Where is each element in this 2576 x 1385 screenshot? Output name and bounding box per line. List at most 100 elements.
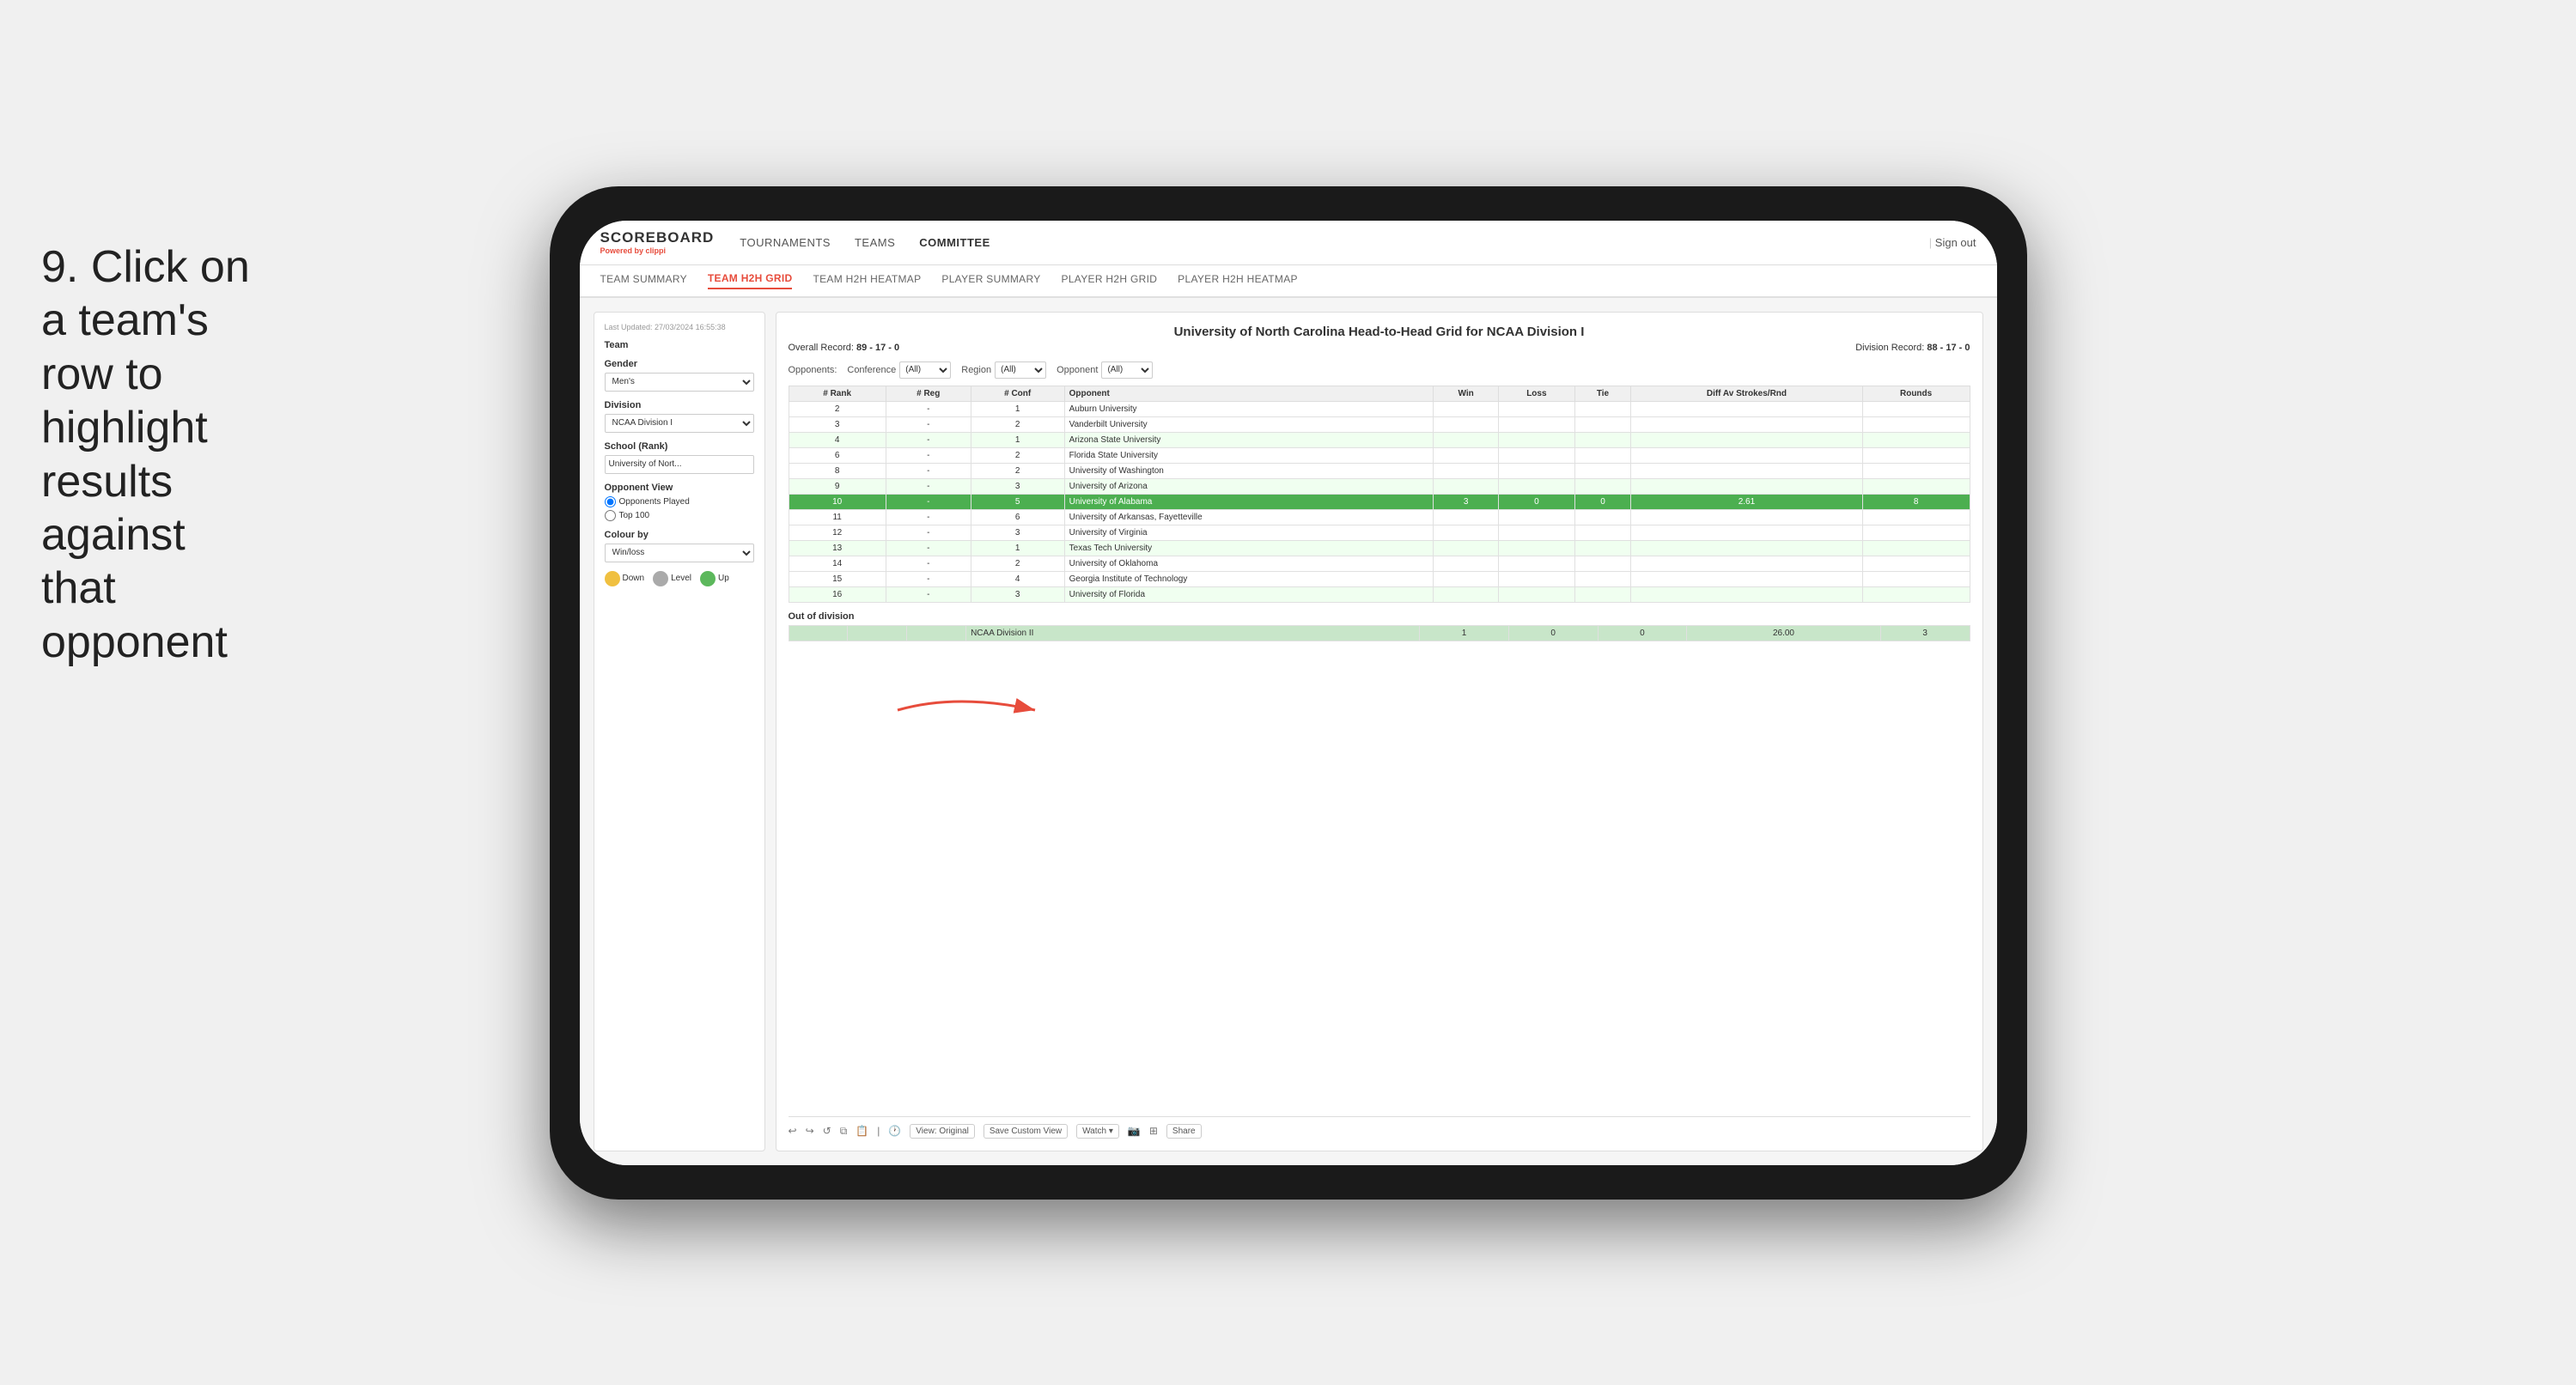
instruction-text: 9. Click on a team's row to highlight re… <box>41 240 265 669</box>
cell-7 <box>1631 540 1863 556</box>
out-div-conf <box>907 625 966 641</box>
out-div-rank <box>789 625 848 641</box>
cell-0: 2 <box>789 401 886 416</box>
nav-teams[interactable]: TEAMS <box>855 236 895 249</box>
cell-7 <box>1631 447 1863 463</box>
filter-row: Opponents: Conference (All) Region (All) <box>789 361 1970 379</box>
device-screen: SCOREBOARD Powered by clippi TOURNAMENTS… <box>580 221 1997 1165</box>
region-select[interactable]: (All) <box>995 361 1046 379</box>
sign-out-button[interactable]: Sign out <box>1929 236 1976 249</box>
cell-7 <box>1631 416 1863 432</box>
table-row[interactable]: 4-1Arizona State University <box>789 432 1970 447</box>
out-division-row[interactable]: NCAA Division II 1 0 0 26.00 3 <box>789 625 1970 641</box>
table-row[interactable]: 14-2University of Oklahoma <box>789 556 1970 571</box>
share-button[interactable]: Share <box>1166 1124 1202 1139</box>
undo-icon[interactable]: ↩ <box>789 1125 797 1137</box>
cell-5 <box>1498 509 1574 525</box>
school-input[interactable] <box>605 455 754 474</box>
view-original-button[interactable]: View: Original <box>910 1124 975 1139</box>
opponent-view-section: Opponent View Opponents Played Top 100 <box>605 483 754 521</box>
cell-0: 14 <box>789 556 886 571</box>
cell-3: University of Oklahoma <box>1064 556 1434 571</box>
tab-player-h2h-grid[interactable]: PLAYER H2H GRID <box>1062 273 1158 289</box>
radio-opponents-played[interactable]: Opponents Played <box>605 496 754 507</box>
radio-top100[interactable]: Top 100 <box>605 510 754 521</box>
cell-4 <box>1434 447 1499 463</box>
watch-button[interactable]: Watch ▾ <box>1076 1124 1119 1139</box>
cell-6 <box>1574 571 1630 586</box>
tab-team-h2h-heatmap[interactable]: TEAM H2H HEATMAP <box>813 273 921 289</box>
cell-7 <box>1631 525 1863 540</box>
cell-2: 1 <box>971 401 1064 416</box>
embed-icon[interactable]: ⊞ <box>1149 1125 1158 1137</box>
table-row[interactable]: 16-3University of Florida <box>789 586 1970 602</box>
cell-3: Vanderbilt University <box>1064 416 1434 432</box>
legend-down: Down <box>605 571 645 586</box>
colour-select[interactable]: Win/loss <box>605 544 754 562</box>
sub-nav: TEAM SUMMARY TEAM H2H GRID TEAM H2H HEAT… <box>580 265 1997 298</box>
cell-6 <box>1574 556 1630 571</box>
table-row[interactable]: 8-2University of Washington <box>789 463 1970 478</box>
cell-3: Georgia Institute of Technology <box>1064 571 1434 586</box>
tab-player-h2h-heatmap[interactable]: PLAYER H2H HEATMAP <box>1178 273 1298 289</box>
out-division-table: NCAA Division II 1 0 0 26.00 3 <box>789 625 1970 641</box>
table-row[interactable]: 2-1Auburn University <box>789 401 1970 416</box>
tab-player-summary[interactable]: PLAYER SUMMARY <box>941 273 1040 289</box>
nav-committee[interactable]: COMMITTEE <box>919 236 990 249</box>
table-row[interactable]: 3-2Vanderbilt University <box>789 416 1970 432</box>
team-section: Team <box>605 340 754 350</box>
reset-icon[interactable]: ↺ <box>823 1125 831 1137</box>
cell-5 <box>1498 416 1574 432</box>
save-custom-button[interactable]: Save Custom View <box>984 1124 1068 1139</box>
table-row[interactable]: 12-3University of Virginia <box>789 525 1970 540</box>
records-row: Overall Record: 89 - 17 - 0 Division Rec… <box>789 343 1970 353</box>
table-row[interactable]: 6-2Florida State University <box>789 447 1970 463</box>
school-section: School (Rank) <box>605 441 754 474</box>
radio-group: Opponents Played Top 100 <box>605 496 754 521</box>
left-panel: Last Updated: 27/03/2024 16:55:38 Team G… <box>594 312 765 1151</box>
region-filter: Region (All) <box>961 361 1046 379</box>
cell-8 <box>1862 416 1970 432</box>
cell-4 <box>1434 586 1499 602</box>
gender-select[interactable]: Men's <box>605 373 754 392</box>
copy-icon[interactable]: ⧉ <box>840 1125 848 1138</box>
clock-icon[interactable]: 🕐 <box>888 1125 901 1137</box>
table-container: # Rank # Reg # Conf Opponent Win Loss Ti… <box>789 386 1970 1116</box>
cell-2: 1 <box>971 540 1064 556</box>
cell-7 <box>1631 463 1863 478</box>
table-row[interactable]: 15-4Georgia Institute of Technology <box>789 571 1970 586</box>
school-label: School (Rank) <box>605 441 754 452</box>
division-record: Division Record: 88 - 17 - 0 <box>1855 343 1970 353</box>
cell-5 <box>1498 432 1574 447</box>
gender-section: Gender Men's <box>605 359 754 392</box>
table-row[interactable]: 9-3University of Arizona <box>789 478 1970 494</box>
col-tie: Tie <box>1574 386 1630 401</box>
conference-select[interactable]: (All) <box>899 361 951 379</box>
cell-4 <box>1434 416 1499 432</box>
cell-8: 8 <box>1862 494 1970 509</box>
cell-3: Arizona State University <box>1064 432 1434 447</box>
legend-level: Level <box>653 571 691 586</box>
table-row[interactable]: 13-1Texas Tech University <box>789 540 1970 556</box>
paste-icon[interactable]: 📋 <box>856 1125 868 1137</box>
cell-7 <box>1631 571 1863 586</box>
redo-icon[interactable]: ↪ <box>806 1125 814 1137</box>
cell-4 <box>1434 540 1499 556</box>
cell-2: 5 <box>971 494 1064 509</box>
cell-5 <box>1498 401 1574 416</box>
table-row[interactable]: 10-5University of Alabama3002.618 <box>789 494 1970 509</box>
cell-4 <box>1434 525 1499 540</box>
cell-7 <box>1631 586 1863 602</box>
cell-5 <box>1498 556 1574 571</box>
table-row[interactable]: 11-6University of Arkansas, Fayetteville <box>789 509 1970 525</box>
tab-team-summary[interactable]: TEAM SUMMARY <box>600 273 687 289</box>
tab-team-h2h-grid[interactable]: TEAM H2H GRID <box>708 272 793 289</box>
screenshot-icon[interactable]: 📷 <box>1128 1125 1141 1137</box>
conference-filter: Conference (All) <box>847 361 951 379</box>
cell-1: - <box>886 401 971 416</box>
nav-tournaments[interactable]: TOURNAMENTS <box>740 236 831 249</box>
division-select[interactable]: NCAA Division I <box>605 414 754 433</box>
opponent-select[interactable]: (All) <box>1101 361 1153 379</box>
colour-section: Colour by Win/loss <box>605 530 754 562</box>
cell-8 <box>1862 571 1970 586</box>
